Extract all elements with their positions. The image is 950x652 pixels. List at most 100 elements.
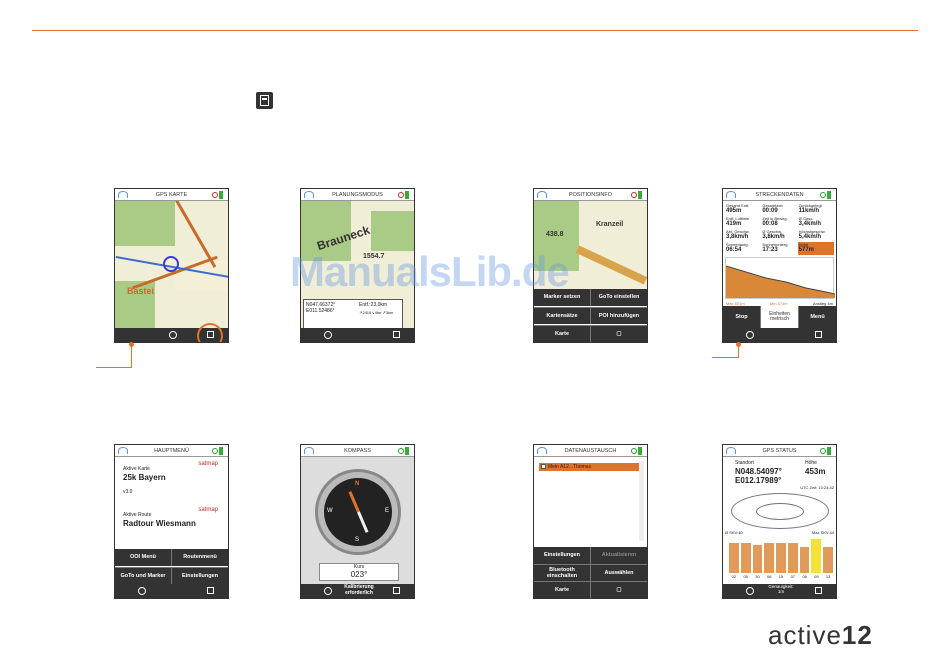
heading-value: 023° xyxy=(350,570,368,579)
stat-value: 11km/h xyxy=(798,208,820,214)
page-button[interactable]: ▢ xyxy=(591,326,647,342)
menu-button[interactable] xyxy=(169,331,178,339)
gps-position: Standort N048.54097° E012.17989° xyxy=(735,460,782,485)
menu-button[interactable]: Menü xyxy=(799,306,836,328)
page-button[interactable] xyxy=(393,587,400,594)
menu-button[interactable] xyxy=(137,587,146,595)
info-panel: N047.66372° E011.52486° Entf.:23,0km ↗24… xyxy=(303,299,403,329)
title-bar: KOMPASS xyxy=(301,445,414,457)
longitude: E012.17989° xyxy=(735,475,782,485)
signal-bar xyxy=(787,543,798,573)
menu-button[interactable] xyxy=(323,331,332,339)
title-bar: GPS STATUS xyxy=(723,445,836,457)
screen-title: GPS STATUS xyxy=(762,448,797,454)
callout-dot xyxy=(736,342,741,347)
set-goto-button[interactable]: GoTo einstellen xyxy=(591,289,647,306)
active-route: Aktive Route Radtour Wiesmann xyxy=(123,512,196,528)
bluetooth-button[interactable]: Bluetooth einschalten xyxy=(534,565,591,581)
bottom-bar: Kalibrierung erforderlich xyxy=(301,584,414,598)
map-button[interactable]: Karte xyxy=(534,326,591,342)
screen-track-data: STRECKENDATEN Gesamt Entf. 495m Gesamtzeit… xyxy=(722,188,837,343)
stat-value: 577m xyxy=(798,247,815,253)
page-options-icon xyxy=(256,92,273,109)
page-button[interactable]: ▢ xyxy=(591,582,647,598)
screen-main-menu: HAUPTMENÜ Aktive Karte 25k Bayern v3.0 sat… xyxy=(114,444,229,599)
signal-icon xyxy=(304,191,314,198)
screen-title: STRECKENDATEN xyxy=(755,192,804,198)
route-menu-button[interactable]: Routenmenü xyxy=(172,549,228,566)
page-button[interactable] xyxy=(815,587,822,594)
topo-map[interactable]: Bastei xyxy=(115,201,228,342)
screen-title: KOMPASS xyxy=(344,448,371,454)
position-marker xyxy=(163,256,179,272)
units-label: Einheiten metrisch xyxy=(761,306,799,328)
track-stat: Abt. Geschw. 3,8km/h xyxy=(725,229,761,242)
satmap-logo: satmap xyxy=(198,507,218,513)
scrollbar[interactable] xyxy=(639,461,644,541)
satellite-id: 02 xyxy=(731,574,737,579)
satmap-logo: satmap xyxy=(198,461,218,467)
accuracy: Genauigkeit: 1m xyxy=(761,584,801,595)
gps-altitude: Höhe 453m xyxy=(805,460,825,476)
screen-compass: KOMPASS N E S W Kurs 023° Kalibrierung er… xyxy=(300,444,415,599)
stat-value: 495m xyxy=(726,208,742,214)
page-button[interactable] xyxy=(393,331,400,338)
track-stat: Zurückgelegt 11km/h xyxy=(798,203,834,216)
stat-value: 06:54 xyxy=(726,247,742,253)
checkbox-icon[interactable] xyxy=(541,464,546,469)
stat-value: 5,4km/h xyxy=(798,234,822,240)
satellite-id: 13 xyxy=(825,574,831,579)
satellite-id: 30 xyxy=(755,574,760,579)
signal-bar xyxy=(740,543,751,573)
satellite-id: 08 xyxy=(802,574,807,579)
signal-icon xyxy=(537,191,547,198)
calibration-notice: Kalibrierung erforderlich xyxy=(344,584,374,596)
title-bar: DATENAUSTAUSCH xyxy=(534,445,647,457)
settings-button[interactable]: Einstellungen xyxy=(172,568,228,584)
satellite-id: 09 xyxy=(814,574,819,579)
utc-time: UTC Zeit: 10:24:42 xyxy=(800,485,834,490)
screen-data-exchange: DATENAUSTAUSCH Mein A12...Thomas Einstel… xyxy=(533,444,648,599)
track-stat: Gesamtzeit 00:09 xyxy=(761,203,797,216)
goto-marker-button[interactable]: GoTo und Marker xyxy=(115,568,172,584)
page-button[interactable] xyxy=(207,587,214,594)
accuracy-value: 1m xyxy=(777,588,785,594)
track-buttons: Stop Einheiten metrisch Menü xyxy=(723,306,836,328)
south-label: S xyxy=(355,537,360,543)
track-stat: Sonnenaufg. 06:54 xyxy=(725,242,761,255)
max-signal-label: Max SKV:44 xyxy=(811,530,834,535)
signal-icon xyxy=(118,191,128,198)
title-bar: HAUPTMENÜ xyxy=(115,445,228,457)
page-button[interactable] xyxy=(815,331,822,338)
bottom-bar xyxy=(723,328,836,342)
settings-button[interactable]: Einstellungen xyxy=(534,547,591,564)
sky-plot xyxy=(731,493,829,529)
product-logo: active12 xyxy=(768,620,873,651)
add-poi-button[interactable]: POI hinzufügen xyxy=(591,308,647,324)
ooi-menu-button[interactable]: OOI Menü xyxy=(115,549,172,566)
menu-button[interactable] xyxy=(745,331,754,339)
signal-bar xyxy=(823,547,834,573)
signal-bar xyxy=(729,543,739,573)
data-row-2: Bluetooth einschalten Auswählen xyxy=(534,564,647,581)
satellite-id: 06 xyxy=(767,574,772,579)
refresh-button[interactable]: Aktualisieren xyxy=(591,547,647,564)
menu-button[interactable] xyxy=(745,587,754,595)
signal-icon xyxy=(118,447,128,454)
device-list-item[interactable]: Mein A12...Thomas xyxy=(539,463,639,471)
bottom-bar xyxy=(301,328,414,342)
elevation-profile: Max.601m Min.574m Anstieg 4m xyxy=(725,257,835,306)
stop-button[interactable]: Stop xyxy=(723,306,761,328)
compass-face: N E S W xyxy=(324,478,392,546)
screen-title: GPS KARTE xyxy=(155,192,188,198)
screen-gps-status: GPS STATUS Standort N048.54097° E012.17989… xyxy=(722,444,837,599)
map-sets-button[interactable]: Kartensätze xyxy=(534,308,591,324)
menu-button[interactable] xyxy=(323,587,332,595)
track-stats-grid: Gesamt Entf. 495m Gesamtzeit 00:09 Zurückgel… xyxy=(725,203,834,255)
map-button[interactable]: Karte xyxy=(534,582,591,598)
map-name: 25k Bayern xyxy=(123,472,166,482)
map-label: Kranzeil xyxy=(596,221,624,228)
signal-icon xyxy=(537,447,547,454)
track-stat: Zeit in Beweg. 00:08 xyxy=(761,216,797,229)
select-button[interactable]: Auswählen xyxy=(591,565,647,581)
